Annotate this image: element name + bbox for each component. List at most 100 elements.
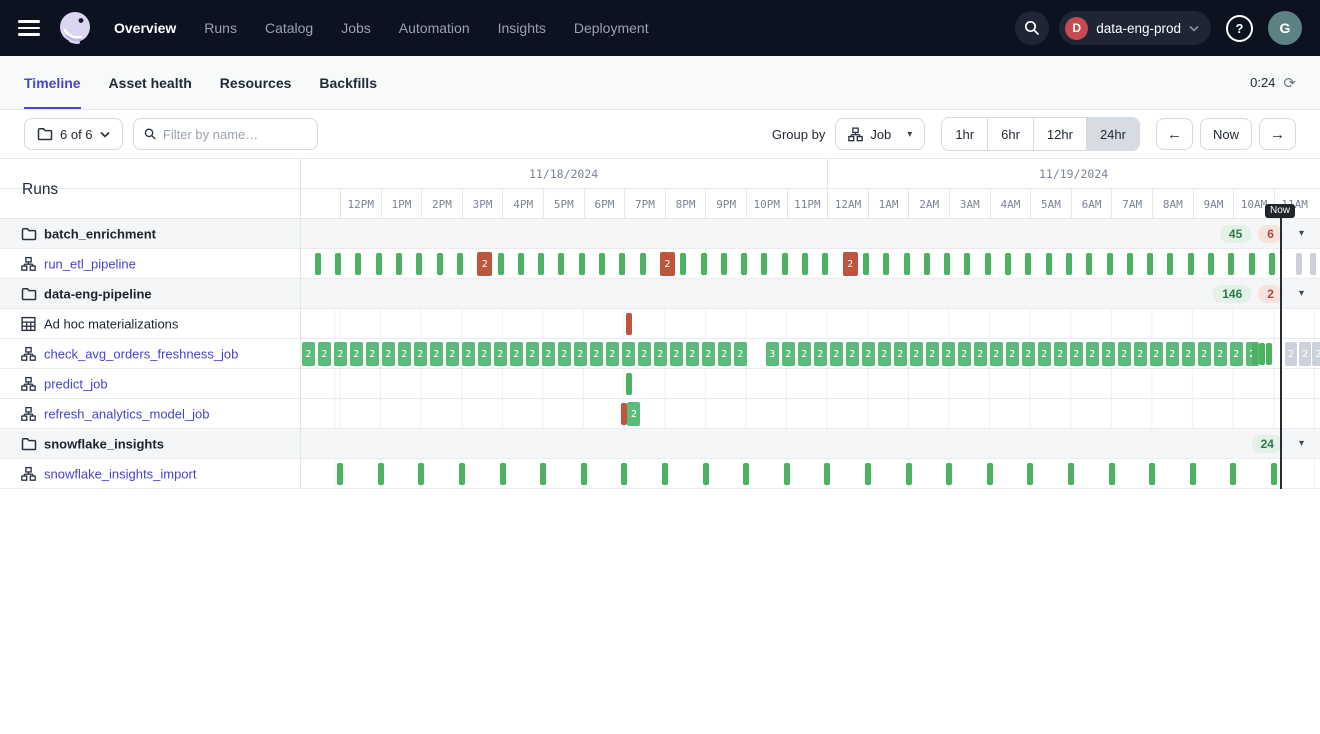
run-bar-success[interactable] <box>1127 253 1133 275</box>
run-bar-failure[interactable] <box>626 313 632 335</box>
run-bar-success[interactable]: 2 <box>622 342 635 366</box>
run-bar-success[interactable] <box>1086 253 1092 275</box>
range-1hr[interactable]: 1hr <box>942 118 987 150</box>
run-bar-success[interactable]: 2 <box>798 342 811 366</box>
run-bar-success[interactable]: 2 <box>574 342 587 366</box>
run-bar-success[interactable] <box>985 253 991 275</box>
run-bar-success[interactable]: 2 <box>1166 342 1179 366</box>
run-bar-success[interactable] <box>337 463 343 485</box>
run-bar-success[interactable] <box>640 253 646 275</box>
run-bar-success[interactable] <box>335 253 341 275</box>
dagster-logo-icon[interactable] <box>56 9 94 47</box>
run-bar-success[interactable] <box>619 253 625 275</box>
run-bar-success[interactable] <box>1208 253 1214 275</box>
search-button[interactable] <box>1015 11 1049 45</box>
run-bar-success[interactable] <box>1269 253 1275 275</box>
run-bar-future[interactable] <box>1296 253 1302 275</box>
run-bar-success[interactable] <box>315 253 321 275</box>
run-bar-success[interactable]: 2 <box>627 402 640 426</box>
run-bar-success[interactable]: 2 <box>926 342 939 366</box>
help-button[interactable]: ? <box>1226 15 1253 42</box>
run-bar-success[interactable] <box>721 253 727 275</box>
run-bar-success[interactable] <box>518 253 524 275</box>
range-24hr[interactable]: 24hr <box>1086 118 1139 150</box>
success-count-badge[interactable]: 146 <box>1213 285 1251 303</box>
run-bar-success[interactable]: 2 <box>1214 342 1227 366</box>
run-bar-success[interactable] <box>416 253 422 275</box>
run-bar-success[interactable]: 2 <box>398 342 411 366</box>
run-bar-success[interactable] <box>1068 463 1074 485</box>
run-bar-success[interactable] <box>500 463 506 485</box>
run-bar-success[interactable] <box>1252 343 1258 365</box>
hamburger-menu-icon[interactable] <box>18 20 40 36</box>
timeline-next-button[interactable]: → <box>1259 118 1296 150</box>
run-bar-success[interactable] <box>987 463 993 485</box>
run-bar-success[interactable] <box>540 463 546 485</box>
tab-asset-health[interactable]: Asset health <box>109 56 192 109</box>
run-bar-success[interactable]: 2 <box>462 342 475 366</box>
run-bar-success[interactable] <box>906 463 912 485</box>
run-bar-success[interactable] <box>1167 253 1173 275</box>
run-bar-success[interactable]: 2 <box>686 342 699 366</box>
run-bar-success[interactable] <box>1025 253 1031 275</box>
run-bar-future[interactable]: 2 <box>1299 342 1311 366</box>
run-bar-success[interactable] <box>1027 463 1033 485</box>
run-bar-success[interactable]: 2 <box>382 342 395 366</box>
run-bar-success[interactable]: 2 <box>1070 342 1083 366</box>
run-bar-success[interactable] <box>378 463 384 485</box>
run-bar-success[interactable] <box>761 253 767 275</box>
run-bar-success[interactable] <box>1230 463 1236 485</box>
run-bar-success[interactable] <box>662 463 668 485</box>
run-bar-success[interactable]: 2 <box>814 342 827 366</box>
run-bar-success[interactable]: 2 <box>1198 342 1211 366</box>
run-bar-success[interactable] <box>802 253 808 275</box>
run-bar-success[interactable]: 2 <box>494 342 507 366</box>
run-bar-success[interactable] <box>703 463 709 485</box>
range-12hr[interactable]: 12hr <box>1033 118 1086 150</box>
run-bar-success[interactable] <box>1188 253 1194 275</box>
run-bar-success[interactable]: 2 <box>1134 342 1147 366</box>
job-link-refresh-analytics-model-job[interactable]: refresh_analytics_model_job <box>44 406 209 421</box>
run-bar-success[interactable] <box>418 463 424 485</box>
run-bar-success[interactable]: 2 <box>606 342 619 366</box>
run-bar-success[interactable]: 2 <box>846 342 859 366</box>
run-bar-failure[interactable] <box>621 403 627 425</box>
run-bar-success[interactable]: 2 <box>526 342 539 366</box>
run-bar-success[interactable]: 2 <box>894 342 907 366</box>
run-bar-success[interactable] <box>863 253 869 275</box>
run-bar-success[interactable] <box>1147 253 1153 275</box>
run-bar-failure[interactable]: 2 <box>843 252 858 276</box>
run-bar-success[interactable] <box>784 463 790 485</box>
tab-backfills[interactable]: Backfills <box>319 56 377 109</box>
run-bar-success[interactable] <box>1271 463 1277 485</box>
nav-item-jobs[interactable]: Jobs <box>341 20 371 36</box>
run-bar-success[interactable] <box>396 253 402 275</box>
job-link-snowflake-insights-import[interactable]: snowflake_insights_import <box>44 466 196 481</box>
repo-scope-dropdown[interactable]: 6 of 6 <box>24 118 123 150</box>
run-bar-success[interactable]: 2 <box>638 342 651 366</box>
run-bar-success[interactable] <box>1190 463 1196 485</box>
run-bar-success[interactable]: 2 <box>958 342 971 366</box>
run-bar-success[interactable] <box>924 253 930 275</box>
run-bar-success[interactable]: 2 <box>1118 342 1131 366</box>
success-count-badge[interactable]: 45 <box>1220 225 1251 243</box>
run-bar-success[interactable] <box>743 463 749 485</box>
run-bar-future[interactable]: 2 <box>1285 342 1297 366</box>
run-bar-success[interactable] <box>824 463 830 485</box>
run-bar-success[interactable] <box>1046 253 1052 275</box>
run-bar-success[interactable]: 2 <box>734 342 747 366</box>
expand-caret-icon[interactable]: ▾ <box>1299 438 1304 449</box>
run-bar-success[interactable]: 2 <box>702 342 715 366</box>
timeline-now-button[interactable]: Now <box>1200 118 1252 150</box>
run-bar-success[interactable]: 2 <box>1006 342 1019 366</box>
run-bar-success[interactable] <box>964 253 970 275</box>
run-bar-success[interactable] <box>865 463 871 485</box>
run-bar-success[interactable]: 2 <box>1054 342 1067 366</box>
run-bar-success[interactable] <box>355 253 361 275</box>
run-bar-success[interactable]: 2 <box>334 342 347 366</box>
run-bar-success[interactable] <box>581 463 587 485</box>
run-bar-success[interactable]: 2 <box>366 342 379 366</box>
run-bar-success[interactable]: 2 <box>1022 342 1035 366</box>
avatar[interactable]: G <box>1268 11 1302 45</box>
run-bar-success[interactable] <box>599 253 605 275</box>
